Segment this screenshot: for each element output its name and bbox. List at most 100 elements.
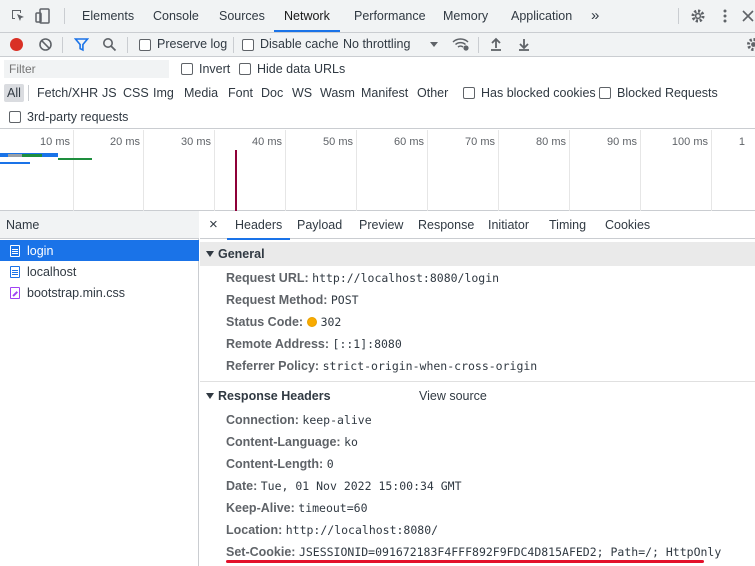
response-headers-section-header[interactable]: Response Headers View source <box>200 384 755 408</box>
search-icon[interactable] <box>102 37 117 55</box>
tab-initiator[interactable]: Initiator <box>488 211 529 239</box>
timeline-request-bar <box>58 158 92 160</box>
type-filter-media[interactable]: Media <box>184 86 218 100</box>
header-row-date: Date: Tue, 01 Nov 2022 15:00:34 GMT <box>226 475 462 497</box>
header-row-location: Location: http://localhost:8080/ <box>226 519 438 541</box>
header-value: [::1]:8080 <box>332 337 402 351</box>
network-settings-gear-icon[interactable] <box>746 37 755 55</box>
tab-separator <box>64 8 65 24</box>
tab-elements[interactable]: Elements <box>80 0 136 32</box>
tab-application[interactable]: Application <box>509 0 574 32</box>
header-value: 0 <box>326 457 334 471</box>
type-filter-fetch-xhr[interactable]: Fetch/XHR <box>37 86 98 100</box>
header-key: Set-Cookie: <box>226 545 296 559</box>
hide-data-urls-checkbox[interactable] <box>239 63 251 75</box>
third-party-checkbox[interactable] <box>9 111 21 123</box>
filter-funnel-icon[interactable] <box>73 37 90 55</box>
preserve-log-checkbox[interactable] <box>139 39 151 51</box>
type-filter-ws[interactable]: WS <box>292 86 312 100</box>
type-filter-js[interactable]: JS <box>102 86 117 100</box>
highlight-underline <box>226 560 704 563</box>
timeline-tick-label: 40 ms <box>252 136 282 148</box>
type-filter-manifest[interactable]: Manifest <box>361 86 408 100</box>
timeline-gridline <box>143 130 144 211</box>
header-key: Remote Address: <box>226 337 330 351</box>
tab-memory[interactable]: Memory <box>441 0 490 32</box>
tab-performance[interactable]: Performance <box>352 0 428 32</box>
header-row-connection: Connection: keep-alive <box>226 409 372 431</box>
throttling-dropdown-icon[interactable] <box>430 42 438 47</box>
header-row-content-language: Content-Language: ko <box>226 431 358 453</box>
tab-cookies[interactable]: Cookies <box>605 211 650 239</box>
header-value: Tue, 01 Nov 2022 15:00:34 GMT <box>260 479 462 493</box>
throttling-select[interactable]: No throttling <box>343 37 410 51</box>
import-har-icon[interactable] <box>489 37 503 55</box>
status-dot-icon <box>306 317 317 327</box>
export-har-icon[interactable] <box>517 37 531 55</box>
section-title: General <box>218 247 265 261</box>
view-source-link[interactable]: View source <box>419 384 487 408</box>
header-value: strict-origin-when-cross-origin <box>322 359 538 373</box>
settings-gear-icon[interactable] <box>690 8 706 24</box>
type-filter-css[interactable]: CSS <box>123 86 149 100</box>
type-filter-other[interactable]: Other <box>417 86 448 100</box>
type-filter-font[interactable]: Font <box>228 86 253 100</box>
record-icon[interactable] <box>10 38 23 51</box>
more-tabs-button[interactable]: » <box>589 0 601 32</box>
close-details-icon[interactable]: × <box>209 211 218 239</box>
timeline-tick-label: 70 ms <box>465 136 495 148</box>
timeline-gridline <box>427 130 428 211</box>
name-column-header[interactable]: Name <box>0 211 199 239</box>
type-filter-wasm[interactable]: Wasm <box>320 86 355 100</box>
timeline-tick-label: 1 <box>738 136 745 148</box>
request-row-bootstrap[interactable]: bootstrap.min.css <box>0 282 199 303</box>
timeline-gridline <box>214 130 215 211</box>
blocked-requests-label: Blocked Requests <box>617 86 718 100</box>
close-devtools-icon[interactable] <box>740 8 755 24</box>
timeline-gridline <box>73 130 74 211</box>
request-row-login[interactable]: login <box>0 240 199 261</box>
stylesheet-icon <box>10 286 20 299</box>
header-key: Status Code: <box>226 315 304 329</box>
header-row-content-length: Content-Length: 0 <box>226 453 334 475</box>
header-key: Content-Length: <box>226 457 324 471</box>
type-filter-doc[interactable]: Doc <box>261 86 283 100</box>
timeline-load-marker <box>235 150 237 211</box>
header-key: Connection: <box>226 413 299 427</box>
inspect-element-icon[interactable] <box>10 8 26 24</box>
timeline-tick-label: 60 ms <box>394 136 424 148</box>
timeline-tick-label: 90 ms <box>607 136 637 148</box>
disable-cache-checkbox[interactable] <box>242 39 254 51</box>
timeline-overview[interactable]: 10 ms 20 ms 30 ms 40 ms 50 ms 60 ms 70 m… <box>0 130 755 211</box>
network-conditions-icon[interactable] <box>452 36 470 55</box>
tab-timing[interactable]: Timing <box>549 211 586 239</box>
tab-sources[interactable]: Sources <box>217 0 267 32</box>
header-row-keep-alive: Keep-Alive: timeout=60 <box>226 497 368 519</box>
request-row-localhost[interactable]: localhost <box>0 261 199 282</box>
type-filter-all[interactable]: All <box>4 84 24 102</box>
tab-preview[interactable]: Preview <box>359 211 403 239</box>
filter-bar: Invert Hide data URLs <box>0 57 755 81</box>
has-blocked-cookies-checkbox[interactable] <box>463 87 475 99</box>
tab-payload[interactable]: Payload <box>297 211 342 239</box>
header-value: ko <box>344 435 358 449</box>
more-options-icon[interactable] <box>717 8 733 24</box>
header-row-remote-address: Remote Address: [::1]:8080 <box>226 333 402 355</box>
document-icon <box>10 244 20 257</box>
device-toolbar-icon[interactable] <box>35 8 51 24</box>
tab-network[interactable]: Network <box>274 0 340 32</box>
invert-checkbox[interactable] <box>181 63 193 75</box>
tab-response[interactable]: Response <box>418 211 474 239</box>
toolbar-separator <box>127 37 128 53</box>
timeline-gridline <box>640 130 641 211</box>
header-value: http://localhost:8080/ <box>285 523 439 537</box>
filter-input[interactable] <box>4 60 169 78</box>
general-section-header[interactable]: General <box>200 242 755 266</box>
type-filter-img[interactable]: Img <box>153 86 174 100</box>
clear-icon[interactable] <box>38 37 53 55</box>
tab-headers[interactable]: Headers <box>226 211 291 240</box>
tab-console[interactable]: Console <box>151 0 201 32</box>
header-key: Request URL: <box>226 271 309 285</box>
blocked-requests-checkbox[interactable] <box>599 87 611 99</box>
network-toolbar: Preserve log Disable cache No throttling <box>0 33 755 57</box>
